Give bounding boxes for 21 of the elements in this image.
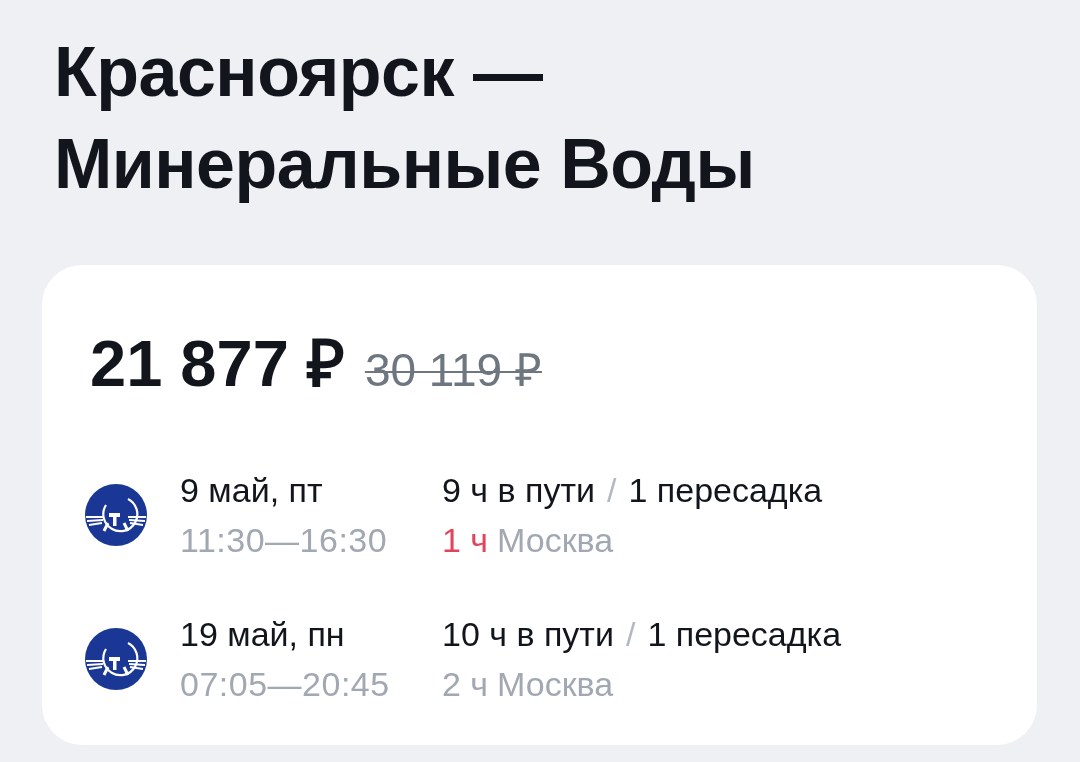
layover-city: Москва — [497, 520, 614, 561]
price: 21 877 ₽ — [90, 327, 345, 401]
flight-times: 11:30—16:30 — [180, 520, 389, 561]
winged-emblem-icon — [84, 483, 148, 547]
winged-emblem-icon — [84, 627, 148, 691]
layover-city: Москва — [497, 664, 614, 705]
flight-date: 9 май, пт — [180, 470, 324, 511]
offer-card[interactable]: 21 877 ₽ 30 119 ₽ 9 май, пт 11:30—16:30 9 ч в пути / 1 пересадка 1 ч Москва 19 май, пн 07:05—20:45 10 ч в пути / 1 пересадка 2 ч Москва — [42, 265, 1037, 745]
layover-duration: 1 ч — [442, 520, 489, 561]
travel-duration: 10 ч в пути — [442, 614, 614, 655]
separator-slash: / — [624, 614, 637, 655]
layover-duration: 2 ч — [442, 664, 489, 705]
travel-duration: 9 ч в пути — [442, 470, 595, 511]
transfer-count: 1 пересадка — [647, 614, 842, 655]
flight-times: 07:05—20:45 — [180, 664, 391, 705]
transfer-count: 1 пересадка — [628, 470, 823, 511]
route-title: Красноярск — — [54, 32, 543, 113]
route-title: Минеральные Воды — [54, 124, 755, 205]
separator-slash: / — [606, 470, 618, 511]
old-price: 30 119 ₽ — [364, 343, 542, 398]
flight-date: 19 май, пн — [180, 614, 346, 655]
